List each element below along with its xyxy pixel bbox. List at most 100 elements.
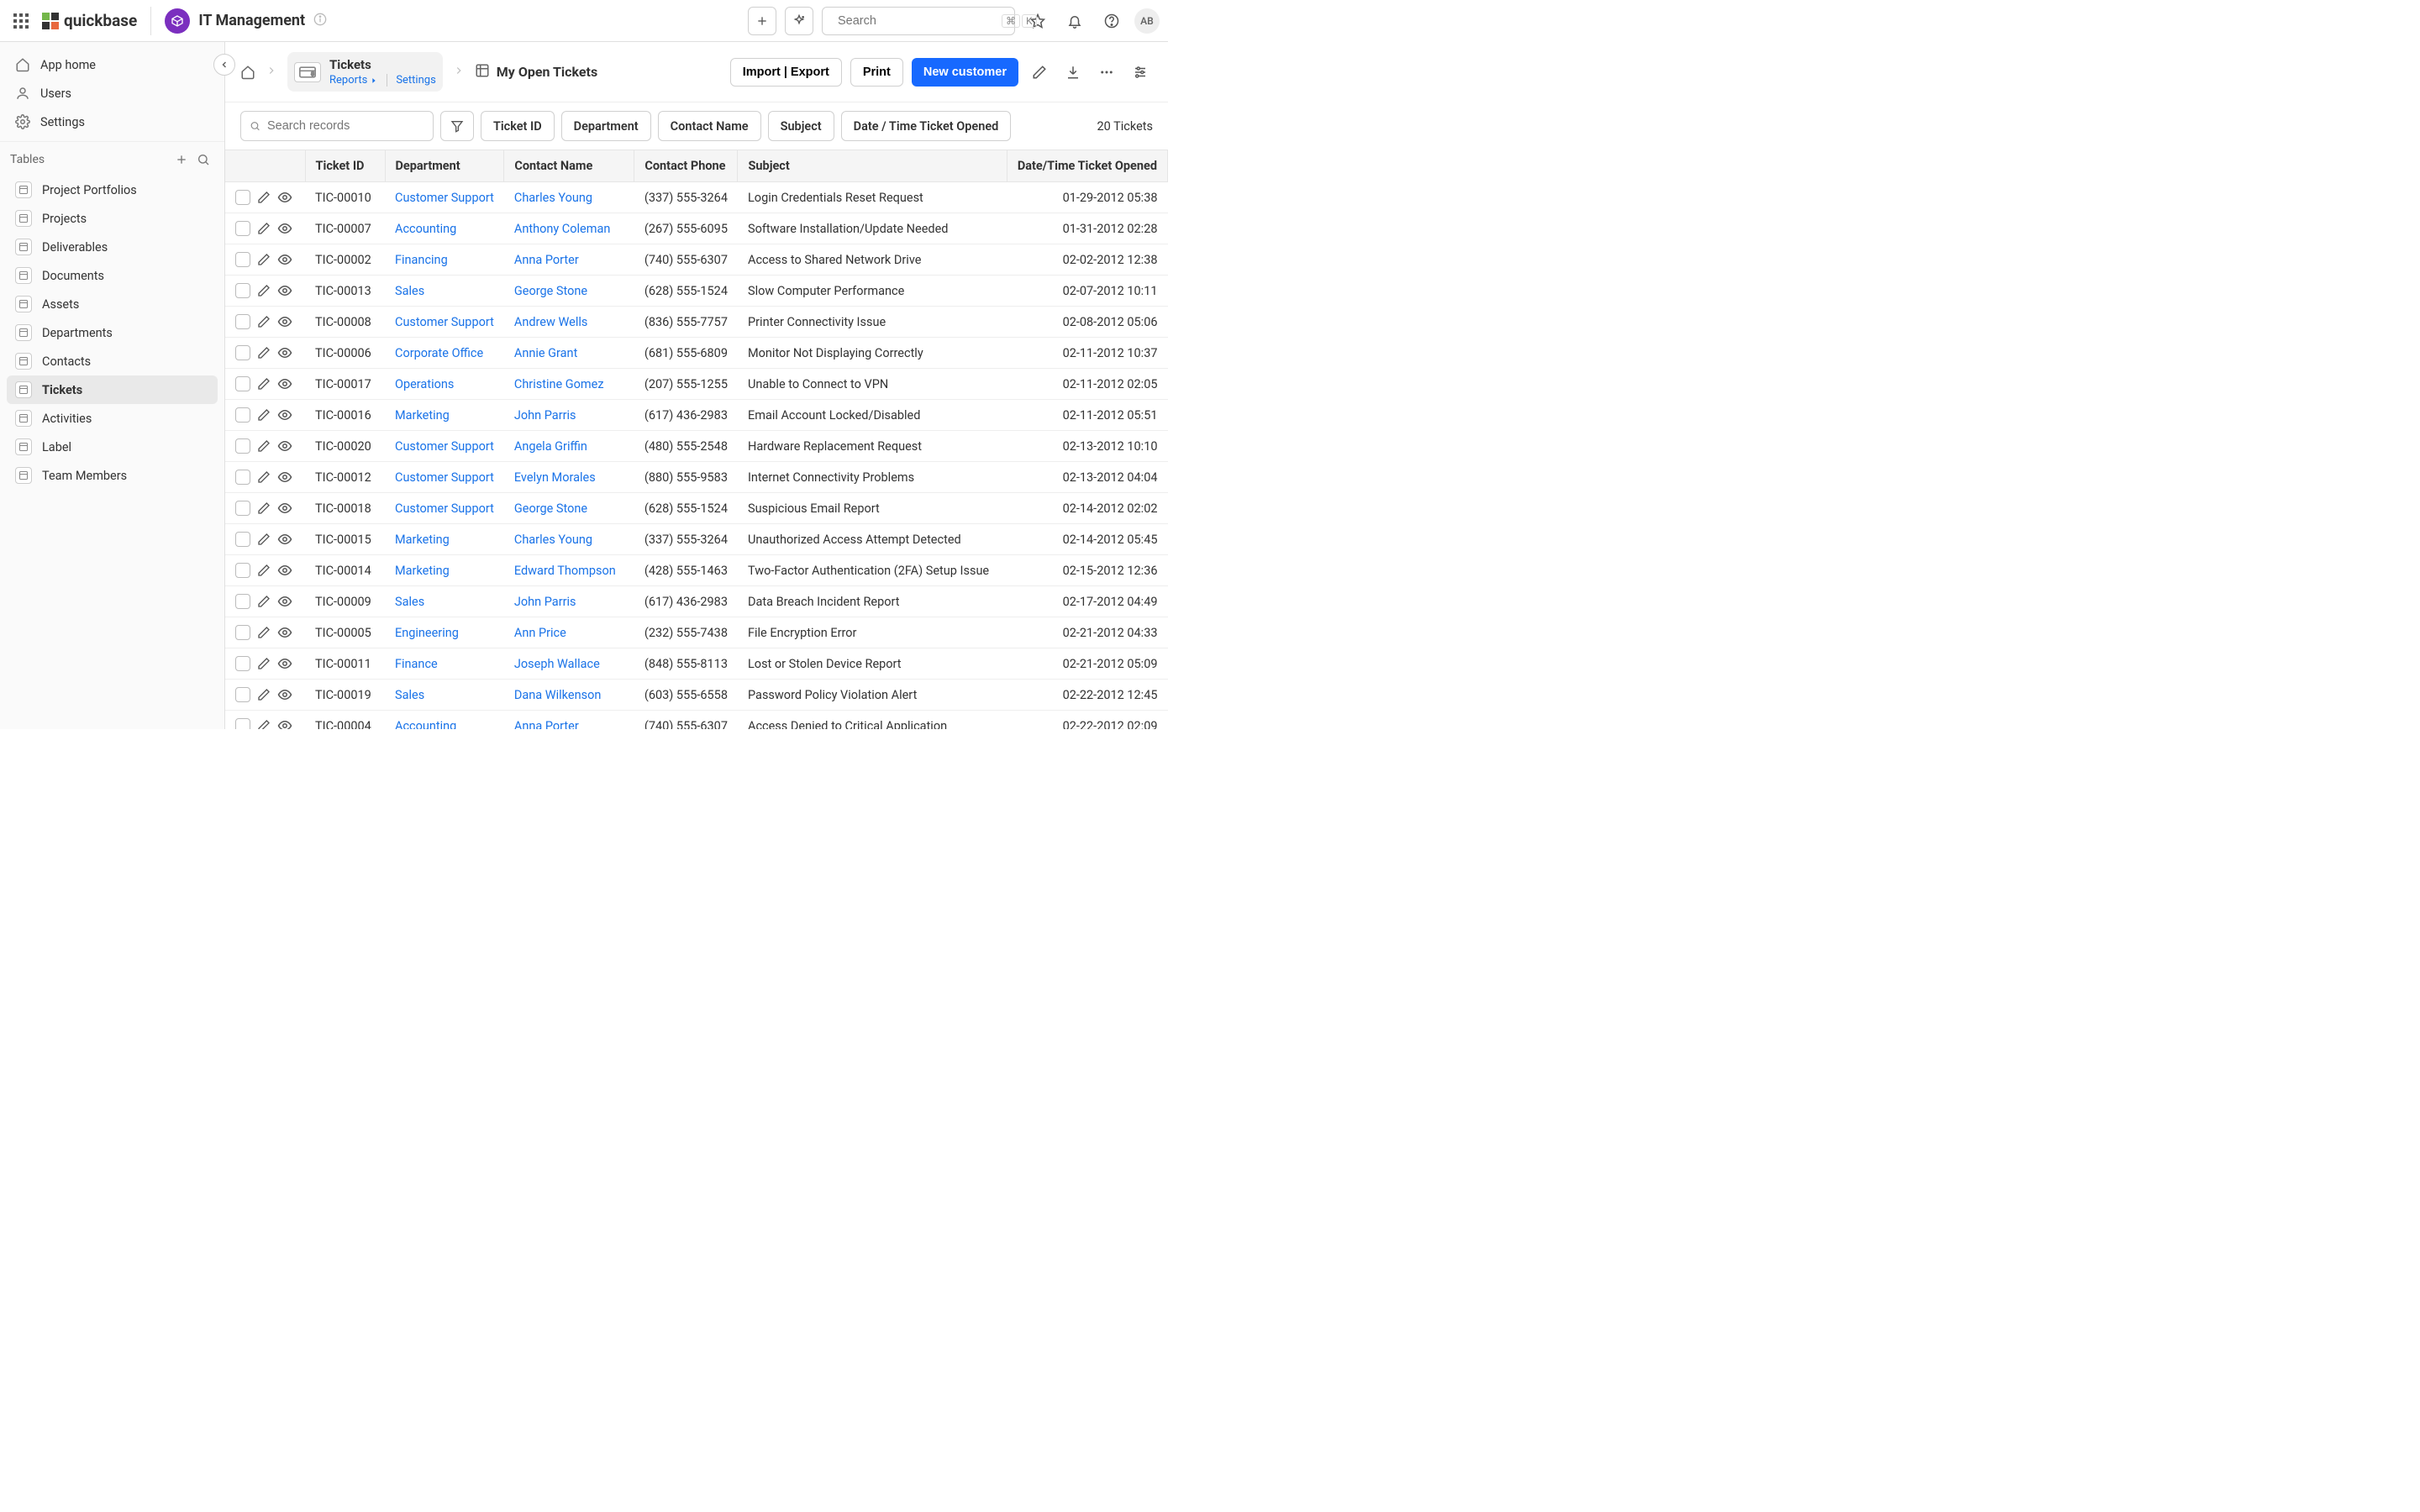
table-row[interactable]: TIC-00016 Marketing John Parris (617) 43… xyxy=(225,400,1168,431)
table-row[interactable]: TIC-00018 Customer Support George Stone … xyxy=(225,493,1168,524)
global-search[interactable]: ⌘K xyxy=(822,7,1015,35)
table-row[interactable]: TIC-00009 Sales John Parris (617) 436-29… xyxy=(225,586,1168,617)
add-button[interactable] xyxy=(748,7,776,35)
filter-chip-2[interactable]: Contact Name xyxy=(658,111,761,141)
notifications-icon[interactable] xyxy=(1060,7,1089,35)
row-checkbox[interactable] xyxy=(235,470,250,485)
row-view-icon[interactable] xyxy=(277,283,292,298)
row-checkbox[interactable] xyxy=(235,532,250,547)
table-row[interactable]: TIC-00005 Engineering Ann Price (232) 55… xyxy=(225,617,1168,648)
info-icon[interactable] xyxy=(313,13,327,29)
sidebar-table-project-portfolios[interactable]: Project Portfolios xyxy=(7,176,218,204)
table-row[interactable]: TIC-00008 Customer Support Andrew Wells … xyxy=(225,307,1168,338)
row-edit-icon[interactable] xyxy=(257,222,271,235)
row-edit-icon[interactable] xyxy=(257,564,271,577)
filter-chip-1[interactable]: Department xyxy=(561,111,651,141)
table-row[interactable]: TIC-00012 Customer Support Evelyn Morale… xyxy=(225,462,1168,493)
row-checkbox[interactable] xyxy=(235,407,250,423)
col-header-ticket-id[interactable]: Ticket ID xyxy=(305,150,385,182)
help-icon[interactable] xyxy=(1097,7,1126,35)
row-checkbox[interactable] xyxy=(235,501,250,516)
cell-contact-name[interactable]: Ann Price xyxy=(504,617,634,648)
cell-contact-name[interactable]: Joseph Wallace xyxy=(504,648,634,680)
cell-contact-name[interactable]: Edward Thompson xyxy=(504,555,634,586)
table-row[interactable]: TIC-00017 Operations Christine Gomez (20… xyxy=(225,369,1168,400)
row-view-icon[interactable] xyxy=(277,407,292,423)
logo[interactable]: quickbase xyxy=(42,11,137,30)
cell-contact-name[interactable]: Angela Griffin xyxy=(504,431,634,462)
row-checkbox[interactable] xyxy=(235,345,250,360)
row-edit-icon[interactable] xyxy=(257,191,271,204)
filter-chip-0[interactable]: Ticket ID xyxy=(481,111,555,141)
cell-contact-name[interactable]: Anthony Coleman xyxy=(504,213,634,244)
cell-department[interactable]: Customer Support xyxy=(385,462,504,493)
global-search-input[interactable] xyxy=(838,14,995,28)
row-checkbox[interactable] xyxy=(235,687,250,702)
table-row[interactable]: TIC-00013 Sales George Stone (628) 555-1… xyxy=(225,276,1168,307)
table-row[interactable]: TIC-00011 Finance Joseph Wallace (848) 5… xyxy=(225,648,1168,680)
row-view-icon[interactable] xyxy=(277,656,292,671)
col-header-department[interactable]: Department xyxy=(385,150,504,182)
row-checkbox[interactable] xyxy=(235,625,250,640)
row-view-icon[interactable] xyxy=(277,376,292,391)
row-edit-icon[interactable] xyxy=(257,315,271,328)
records-search[interactable] xyxy=(240,111,434,141)
row-edit-icon[interactable] xyxy=(257,253,271,266)
row-edit-icon[interactable] xyxy=(257,346,271,360)
breadcrumb-home[interactable] xyxy=(240,65,255,80)
sidebar-table-tickets[interactable]: Tickets xyxy=(7,375,218,404)
records-search-input[interactable] xyxy=(267,119,424,133)
sidebar-table-documents[interactable]: Documents xyxy=(7,261,218,290)
cell-contact-name[interactable]: Charles Young xyxy=(504,524,634,555)
row-view-icon[interactable] xyxy=(277,345,292,360)
cell-department[interactable]: Financing xyxy=(385,244,504,276)
search-tables-button[interactable] xyxy=(192,149,214,171)
user-avatar[interactable]: AB xyxy=(1134,8,1160,34)
new-customer-button[interactable]: New customer xyxy=(912,58,1018,87)
row-view-icon[interactable] xyxy=(277,501,292,516)
cell-department[interactable]: Accounting xyxy=(385,711,504,730)
sidebar-table-projects[interactable]: Projects xyxy=(7,204,218,233)
row-view-icon[interactable] xyxy=(277,625,292,640)
cell-department[interactable]: Finance xyxy=(385,648,504,680)
import-export-button[interactable]: Import | Export xyxy=(730,58,842,87)
col-header-contact-name[interactable]: Contact Name xyxy=(504,150,634,182)
row-edit-icon[interactable] xyxy=(257,595,271,608)
cell-contact-name[interactable]: George Stone xyxy=(504,493,634,524)
cell-contact-name[interactable]: Evelyn Morales xyxy=(504,462,634,493)
cell-department[interactable]: Marketing xyxy=(385,555,504,586)
sidebar-table-deliverables[interactable]: Deliverables xyxy=(7,233,218,261)
table-row[interactable]: TIC-00007 Accounting Anthony Coleman (26… xyxy=(225,213,1168,244)
cell-contact-name[interactable]: Anna Porter xyxy=(504,244,634,276)
cell-contact-name[interactable]: John Parris xyxy=(504,586,634,617)
apps-menu[interactable] xyxy=(8,8,34,34)
row-checkbox[interactable] xyxy=(235,314,250,329)
cell-department[interactable]: Customer Support xyxy=(385,431,504,462)
add-table-button[interactable] xyxy=(171,149,192,171)
row-view-icon[interactable] xyxy=(277,314,292,329)
sidebar-table-activities[interactable]: Activities xyxy=(7,404,218,433)
cell-contact-name[interactable]: George Stone xyxy=(504,276,634,307)
cell-contact-name[interactable]: Annie Grant xyxy=(504,338,634,369)
cell-contact-name[interactable]: John Parris xyxy=(504,400,634,431)
row-edit-icon[interactable] xyxy=(257,377,271,391)
table-row[interactable]: TIC-00014 Marketing Edward Thompson (428… xyxy=(225,555,1168,586)
row-checkbox[interactable] xyxy=(235,252,250,267)
table-row[interactable]: TIC-00010 Customer Support Charles Young… xyxy=(225,182,1168,213)
sidebar-item-app-home[interactable]: App home xyxy=(7,50,218,79)
row-view-icon[interactable] xyxy=(277,718,292,729)
col-header-contact-phone[interactable]: Contact Phone xyxy=(634,150,738,182)
row-edit-icon[interactable] xyxy=(257,439,271,453)
row-edit-icon[interactable] xyxy=(257,626,271,639)
app-switcher[interactable]: IT Management xyxy=(165,8,327,34)
breadcrumb-reports-link[interactable]: Reports xyxy=(329,74,378,87)
breadcrumb-settings-link[interactable]: Settings xyxy=(396,74,435,87)
more-icon[interactable] xyxy=(1094,60,1119,85)
row-view-icon[interactable] xyxy=(277,532,292,547)
table-row[interactable]: TIC-00002 Financing Anna Porter (740) 55… xyxy=(225,244,1168,276)
cell-department[interactable]: Customer Support xyxy=(385,307,504,338)
cell-department[interactable]: Operations xyxy=(385,369,504,400)
sidebar-table-team-members[interactable]: Team Members xyxy=(7,461,218,490)
breadcrumb-table[interactable]: $ Tickets Reports Settings xyxy=(287,52,443,92)
cell-contact-name[interactable]: Anna Porter xyxy=(504,711,634,730)
